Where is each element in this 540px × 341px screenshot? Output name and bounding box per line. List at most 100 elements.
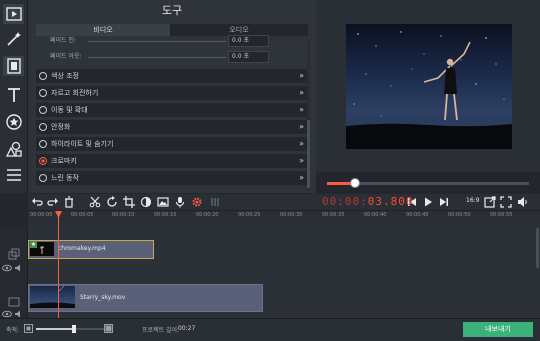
timecode-sep: : (360, 195, 368, 208)
crop-icon[interactable] (122, 195, 136, 209)
image-icon[interactable] (156, 195, 170, 209)
magic-wand-icon[interactable] (3, 29, 24, 49)
effect-label: 색상 조정 (51, 72, 79, 80)
speaker-icon[interactable] (14, 264, 24, 272)
eye-icon[interactable] (2, 310, 12, 318)
effect-label: 하이라이트 및 숨기기 (51, 140, 114, 148)
playhead[interactable] (58, 212, 59, 318)
star-badge-icon: ★ (30, 241, 37, 248)
zoom-handle[interactable] (72, 325, 76, 333)
ruler-tick: 00:00:15 (154, 212, 177, 218)
color-adjust-icon[interactable] (139, 195, 153, 209)
star-badge-icon[interactable] (3, 112, 24, 132)
fade-out-label: 페이드 아웃: (50, 53, 82, 60)
clip-thumbnail (30, 285, 75, 308)
track-controls (0, 226, 28, 318)
effect-chroma-key[interactable]: 크로마키 » (36, 154, 308, 169)
effect-crop-rotate[interactable]: 자르고 회전하기 » (36, 86, 308, 101)
left-toolbar (0, 0, 28, 193)
text-icon[interactable] (3, 85, 24, 105)
delete-icon[interactable] (62, 195, 76, 209)
effect-label: 느린 동작 (51, 174, 79, 182)
shapes-icon[interactable] (3, 139, 24, 159)
ruler-tick: 00:00:25 (238, 212, 261, 218)
effect-color-adjust[interactable]: 색상 조정 » (36, 69, 308, 84)
ruler-tick: 00:00:45 (406, 212, 429, 218)
film-import-icon[interactable] (3, 4, 24, 24)
double-chevron-right-icon: » (299, 105, 304, 114)
radio-icon (39, 123, 47, 131)
effect-stabilize[interactable]: 안정화 » (36, 120, 308, 135)
fade-in-slider[interactable] (88, 41, 226, 42)
ruler-tick: 00:00:05 (71, 212, 94, 218)
fade-in-row: 페이드 인: 0.0 초 (36, 34, 308, 48)
zoom-out-icon[interactable] (24, 324, 33, 333)
zoom-slider-fill (36, 328, 74, 330)
ruler-tick: 00:00:35 (322, 212, 345, 218)
overlay-track-icon[interactable] (8, 248, 20, 260)
ruler-tick: 00:00:50 (448, 212, 471, 218)
radio-icon (39, 72, 47, 80)
fullscreen-icon[interactable] (499, 195, 513, 209)
effect-label: 크로마키 (51, 157, 77, 165)
double-chevron-right-icon: » (299, 88, 304, 97)
microphone-icon[interactable] (173, 195, 187, 209)
radio-selected-icon (39, 157, 47, 165)
radio-icon (39, 174, 47, 182)
ruler-tick: 00:00:00 (30, 212, 53, 218)
clip-label: chromakey.mp4 (58, 245, 106, 252)
filmstrip-icon[interactable] (3, 56, 24, 76)
timecode-ms: 03.800 (367, 195, 414, 208)
zoom-label: 축척: (6, 327, 20, 334)
double-chevron-right-icon: » (299, 173, 304, 182)
list-icon[interactable] (3, 165, 24, 185)
export-button[interactable]: 내보내기 (463, 322, 533, 337)
effect-label: 이동 및 확대 (51, 106, 88, 114)
timeline-scrollbar[interactable] (536, 228, 539, 268)
play-icon[interactable] (421, 195, 435, 209)
clip-properties-gear-icon[interactable] (190, 195, 204, 209)
skip-forward-icon[interactable] (437, 195, 451, 209)
ruler-tick: 00:00:40 (364, 212, 387, 218)
ruler-tick: 00:00:55 (490, 212, 513, 218)
fade-out-field[interactable]: 0.0 초 (228, 51, 269, 63)
rotate-icon[interactable] (105, 195, 119, 209)
eye-icon[interactable] (2, 264, 12, 272)
effect-label: 안정화 (51, 123, 71, 131)
fade-in-field[interactable]: 0.0 초 (228, 35, 269, 47)
popout-icon[interactable] (483, 195, 497, 209)
ruler-tick: 00:00:10 (112, 212, 135, 218)
effect-pan-zoom[interactable]: 이동 및 확대 » (36, 103, 308, 118)
panel-scroll-thumb[interactable] (307, 120, 310, 188)
volume-icon[interactable] (516, 195, 530, 209)
fade-out-row: 페이드 아웃: 0.0 초 (36, 50, 308, 64)
speaker-icon[interactable] (14, 310, 24, 318)
radio-icon (39, 89, 47, 97)
ruler-tick: 00:00:20 (196, 212, 219, 218)
radio-icon (39, 106, 47, 114)
time-ruler[interactable]: 00:00:00 00:00:05 00:00:10 00:00:15 00:0… (28, 210, 540, 227)
effect-highlight-conceal[interactable]: 하이라이트 및 숨기기 » (36, 137, 308, 152)
radio-icon (39, 140, 47, 148)
dancer-image (346, 31, 512, 149)
fade-out-slider[interactable] (88, 57, 226, 58)
aspect-ratio-button[interactable]: 16:9 (466, 197, 479, 204)
scissors-icon[interactable] (88, 195, 102, 209)
ruler-tick: 00:00:30 (280, 212, 303, 218)
timecode: 00:00:03.800 (322, 195, 414, 209)
fade-in-label: 페이드 인: (50, 37, 77, 44)
tools-panel: 도구 비디오 오디오 페이드 인: 0.0 초 페이드 아웃: 0.0 초 색상… (28, 0, 316, 193)
video-preview (346, 24, 512, 149)
zoom-in-icon[interactable] (104, 324, 113, 333)
double-chevron-right-icon: » (299, 71, 304, 80)
project-length-label: 프로젝트 길이: (142, 327, 180, 334)
redo-icon[interactable] (46, 195, 60, 209)
project-length-value: 00:27 (178, 325, 196, 332)
undo-icon[interactable] (30, 195, 44, 209)
effect-slow-motion[interactable]: 느린 동작 » (36, 171, 308, 186)
seek-handle[interactable] (350, 178, 360, 188)
effect-label: 자르고 회전하기 (51, 89, 99, 97)
double-chevron-right-icon: » (299, 139, 304, 148)
main-track-icon[interactable] (8, 296, 20, 308)
audio-levels-icon[interactable] (208, 195, 222, 209)
